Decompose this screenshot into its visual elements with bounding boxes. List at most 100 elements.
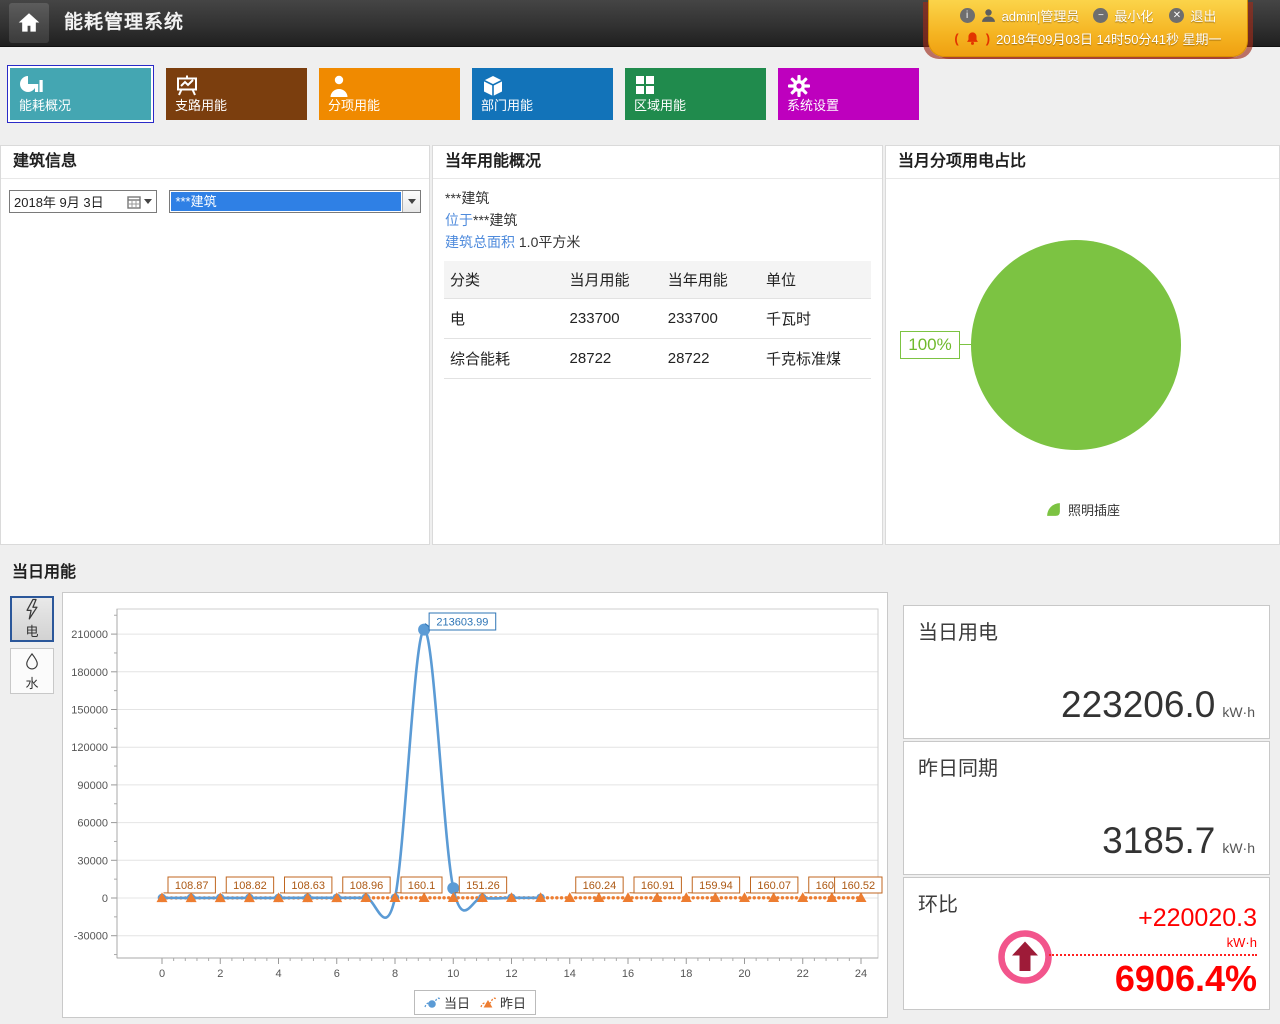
peak-label: 213603.99 xyxy=(436,617,488,629)
circle-marker-icon xyxy=(424,996,441,1010)
app-header: 能耗管理系统 i admin|管理员 − 最小化 ✕ 退出 ( ) 2018年0… xyxy=(0,0,1280,47)
building-info-panel: 建筑信息 2018年 9月 3日 ***建筑 xyxy=(0,145,430,545)
data-label: 108.63 xyxy=(291,880,325,892)
location-label[interactable]: 位于 xyxy=(445,212,473,228)
tab-water[interactable]: 水 xyxy=(10,648,54,694)
legend-label: 昨日 xyxy=(500,993,526,1012)
col-unit: 单位 xyxy=(760,261,871,299)
monthly-pie-panel: 当月分项用电占比 100% 照明插座 xyxy=(885,145,1280,545)
water-drop-icon xyxy=(23,650,41,672)
minimize-button[interactable]: 最小化 xyxy=(1114,6,1153,25)
daily-line-chart: -300000300006000090000120000150000180000… xyxy=(62,592,888,1018)
col-category: 分类 xyxy=(444,261,564,299)
alarm-paren-left: ( xyxy=(954,31,958,46)
nav-department-energy[interactable]: 部门用能 xyxy=(472,68,613,120)
pie-legend-label: 照明插座 xyxy=(1068,500,1120,519)
table-header-row: 分类 当月用能 当年用能 单位 xyxy=(444,261,871,299)
year-energy-panel: 当年用能概况 ***建筑 位于***建筑 建筑总面积 1.0平方米 分类 当月用… xyxy=(432,145,883,545)
panel-title: 当月分项用电占比 xyxy=(886,146,1279,179)
nav-system-settings[interactable]: 系统设置 xyxy=(778,68,919,120)
x-axis-tick-label: 14 xyxy=(564,968,576,980)
date-picker[interactable]: 2018年 9月 3日 xyxy=(9,190,157,213)
pie-legend[interactable]: 照明插座 xyxy=(886,500,1279,519)
cell: 28722 xyxy=(662,339,760,379)
building-name: ***建筑 xyxy=(445,187,870,209)
data-label: 159.94 xyxy=(699,880,733,892)
cell: 233700 xyxy=(662,299,760,339)
data-label: 160.24 xyxy=(583,880,617,892)
x-axis-tick-label: 24 xyxy=(855,968,867,980)
data-label: 160.91 xyxy=(641,880,675,892)
data-label: 160.52 xyxy=(841,880,875,892)
nav-energy-overview[interactable]: 能耗概况 xyxy=(7,65,154,123)
app-title: 能耗管理系统 xyxy=(64,0,184,46)
col-year: 当年用能 xyxy=(662,261,760,299)
today-data-point[interactable] xyxy=(418,624,430,636)
up-arrow-icon xyxy=(996,928,1054,991)
nav-label: 分项用能 xyxy=(328,95,380,114)
close-circle-icon[interactable]: ✕ xyxy=(1169,8,1184,23)
series-today-line[interactable] xyxy=(162,630,541,918)
nav-area-energy[interactable]: 区域用能 xyxy=(625,68,766,120)
building-location: 位于***建筑 xyxy=(445,209,870,231)
x-axis-tick-label: 20 xyxy=(738,968,750,980)
home-button[interactable] xyxy=(9,3,49,43)
select-dropdown-button[interactable] xyxy=(402,191,420,212)
x-axis-tick-label: 6 xyxy=(334,968,340,980)
pie-slice-lighting[interactable] xyxy=(971,240,1181,450)
info-icon[interactable]: i xyxy=(960,8,975,23)
tab-electricity[interactable]: 电 xyxy=(10,596,54,642)
y-axis-tick-label: 150000 xyxy=(71,705,108,717)
stat-today-electricity: 当日用电 223206.0 kW·h xyxy=(903,605,1270,739)
data-label: 108.96 xyxy=(350,880,384,892)
logout-button[interactable]: 退出 xyxy=(1190,6,1216,25)
main-nav: 能耗概况 支路用能 分项用能 xyxy=(10,68,919,123)
chevron-down-icon xyxy=(144,199,152,204)
x-axis-tick-label: 10 xyxy=(447,968,459,980)
nav-label: 能耗概况 xyxy=(19,95,71,114)
user-icon xyxy=(981,8,996,23)
panel-title: 当年用能概况 xyxy=(433,146,882,179)
building-select[interactable]: ***建筑 xyxy=(169,190,421,213)
chart-legend: 当日 昨日 xyxy=(63,990,887,1015)
area-value: 1.0平方米 xyxy=(519,234,580,250)
plot-border xyxy=(117,609,878,958)
logged-in-user[interactable]: admin|管理员 xyxy=(1002,6,1080,25)
x-axis-tick-label: 22 xyxy=(797,968,809,980)
y-axis-tick-label: 0 xyxy=(102,893,108,905)
dotted-divider xyxy=(1049,954,1257,956)
lightning-icon xyxy=(23,598,41,620)
stat-title: 环比 xyxy=(918,888,958,917)
cell: 综合能耗 xyxy=(444,339,564,379)
alarm-paren-right: ) xyxy=(986,31,990,46)
data-label: 160.1 xyxy=(408,880,436,892)
legend-item-today[interactable]: 当日 xyxy=(424,993,470,1012)
col-month: 当月用能 xyxy=(564,261,662,299)
x-axis-tick-label: 4 xyxy=(275,968,281,980)
stat-value: 223206.0 xyxy=(1061,684,1215,726)
legend-item-yesterday[interactable]: 昨日 xyxy=(480,993,526,1012)
nav-label: 部门用能 xyxy=(481,95,533,114)
pie-callout-line xyxy=(959,344,971,345)
nav-label: 系统设置 xyxy=(787,95,839,114)
data-label: 108.87 xyxy=(175,880,209,892)
location-value: ***建筑 xyxy=(473,212,517,228)
data-label: 108.82 xyxy=(233,880,267,892)
alarm-bell-icon[interactable] xyxy=(965,31,980,46)
line-chart-svg[interactable]: -300000300006000090000120000150000180000… xyxy=(63,593,887,985)
y-axis-tick-label: -30000 xyxy=(74,931,108,943)
stat-title: 昨日同期 xyxy=(918,752,998,781)
nav-branch-energy[interactable]: 支路用能 xyxy=(166,68,307,120)
x-axis-tick-label: 18 xyxy=(680,968,692,980)
cell: 千瓦时 xyxy=(760,299,871,339)
pie-percent-label: 100% xyxy=(900,331,960,359)
ring-ratio-percent: 6906.4% xyxy=(1049,958,1257,1000)
user-badge-row: i admin|管理员 − 最小化 ✕ 退出 xyxy=(929,6,1247,25)
stat-unit: kW·h xyxy=(1222,704,1255,720)
data-label: 151.26 xyxy=(466,880,500,892)
area-label[interactable]: 建筑总面积 xyxy=(445,234,515,250)
y-axis-tick-label: 90000 xyxy=(77,780,108,792)
minus-circle-icon[interactable]: − xyxy=(1093,8,1108,23)
nav-label: 支路用能 xyxy=(175,95,227,114)
nav-subitem-energy[interactable]: 分项用能 xyxy=(319,68,460,120)
